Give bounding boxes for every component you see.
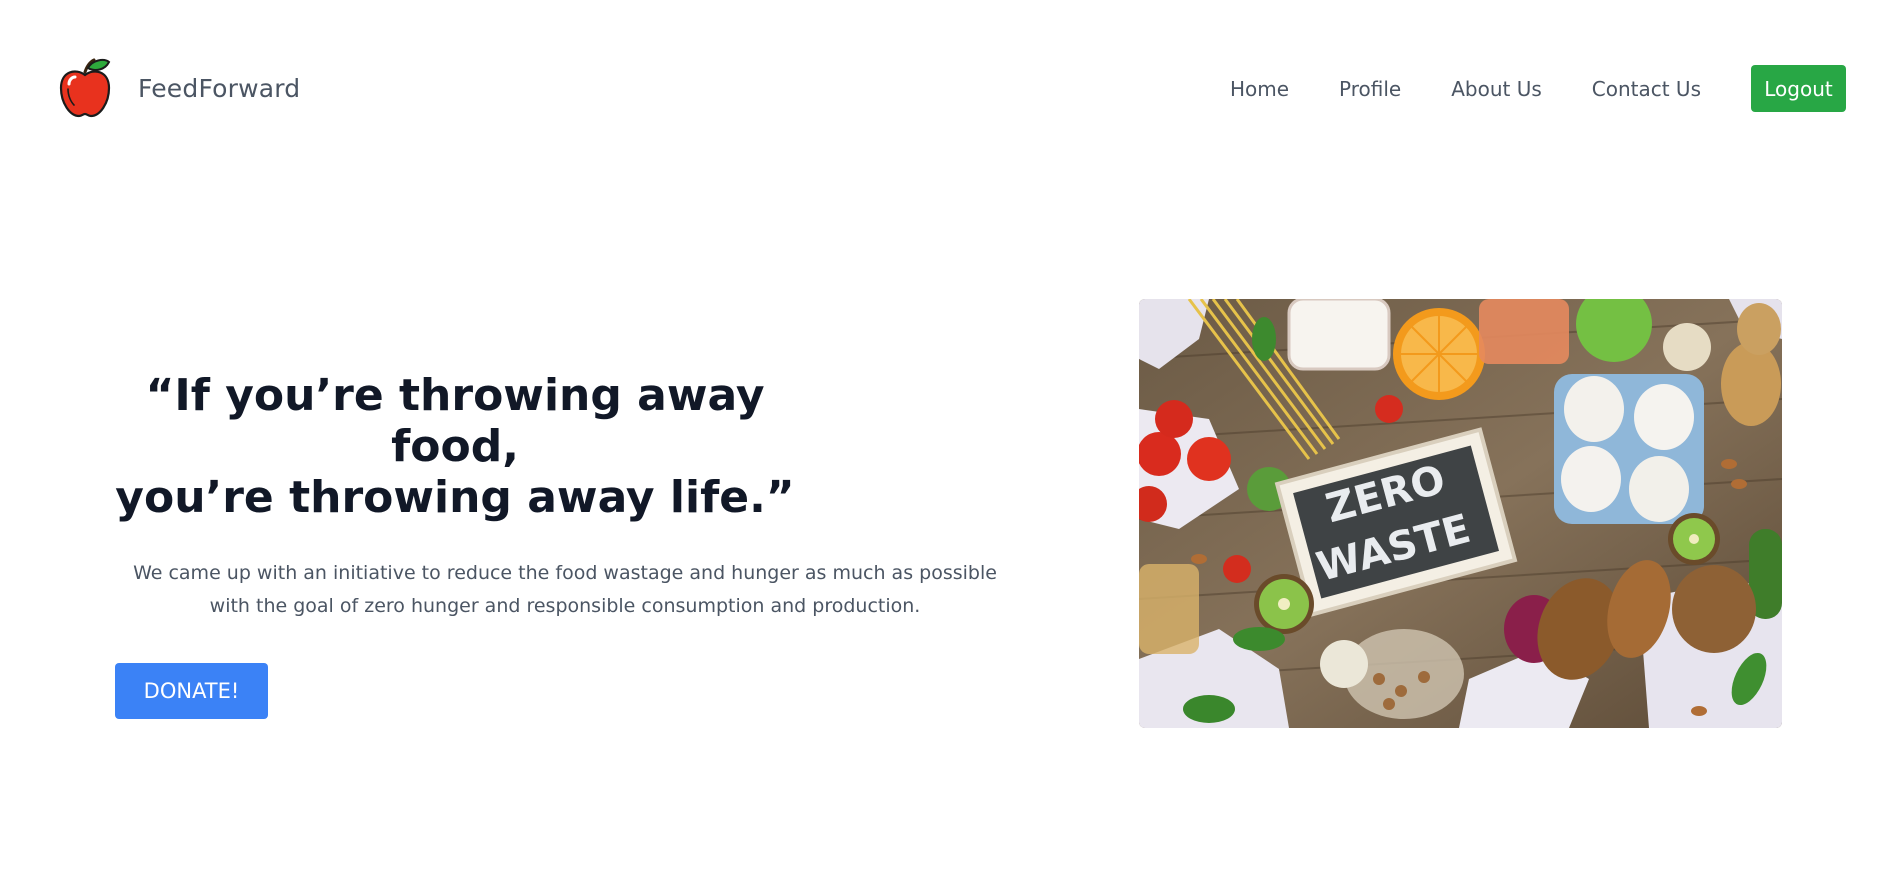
logout-button[interactable]: Logout <box>1751 65 1846 112</box>
nav-profile-link[interactable]: Profile <box>1339 77 1401 101</box>
hero-quote: “If you’re throwing away food, you’re th… <box>115 370 795 523</box>
apple-icon <box>59 58 111 118</box>
donate-button[interactable]: DONATE! <box>115 663 268 719</box>
nav-contact-link[interactable]: Contact Us <box>1592 77 1701 101</box>
brand-name: FeedForward <box>138 73 301 103</box>
nav-links: Home Profile About Us Contact Us Logout <box>1230 65 1846 112</box>
hero-quote-line-1: “If you’re throwing away food, <box>145 370 765 472</box>
hero-quote-line-2: you’re throwing away life.” <box>115 472 795 523</box>
nav-home-link[interactable]: Home <box>1230 77 1289 101</box>
nav-about-link[interactable]: About Us <box>1451 77 1542 101</box>
brand[interactable]: FeedForward <box>58 58 300 118</box>
hero-text: “If you’re throwing away food, you’re th… <box>115 370 1015 719</box>
hero-description: We came up with an initiative to reduce … <box>133 562 997 617</box>
navbar: FeedForward Home Profile About Us Contac… <box>0 0 1883 180</box>
zero-waste-food-photo: ZERO WASTE <box>1139 299 1782 728</box>
hero-image: ZERO WASTE <box>1139 299 1782 728</box>
